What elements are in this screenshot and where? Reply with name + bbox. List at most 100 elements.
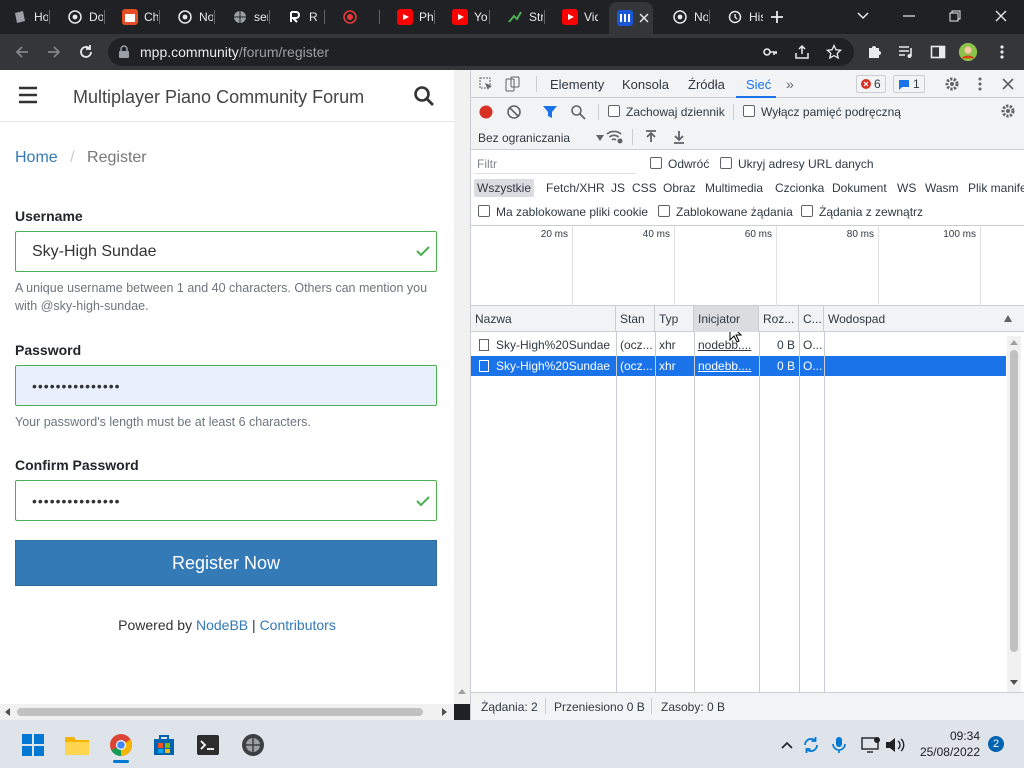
browser-tab[interactable]: Do: [59, 4, 103, 30]
request-cell-initiator[interactable]: nodebb....: [694, 356, 759, 376]
browser-tab[interactable]: Ph: [389, 4, 433, 30]
type-filter-button[interactable]: Wasm: [922, 179, 962, 197]
type-filter-button[interactable]: CSS: [629, 179, 660, 197]
password-key-button[interactable]: [760, 42, 780, 62]
throttling-select[interactable]: Bez ograniczania: [478, 131, 605, 145]
media-control-button[interactable]: [896, 42, 916, 62]
export-har-button[interactable]: [672, 130, 686, 144]
store-taskbar-button[interactable]: [151, 732, 177, 758]
back-button[interactable]: [12, 42, 32, 62]
column-header[interactable]: Stan: [616, 306, 655, 332]
url-text[interactable]: mpp.community/forum/register: [140, 44, 329, 60]
devtools-menu-button[interactable]: [978, 77, 982, 91]
chrome-taskbar-button[interactable]: [108, 732, 134, 758]
type-filter-button[interactable]: Czcionka: [772, 179, 827, 197]
type-filter-button[interactable]: Dokument: [829, 179, 890, 197]
terminal-taskbar-button[interactable]: [195, 732, 221, 758]
browser-tab[interactable]: R: [279, 4, 323, 30]
type-filter-button[interactable]: WS: [894, 179, 919, 197]
hamburger-menu-button[interactable]: [18, 86, 38, 104]
browser-tab[interactable]: No: [664, 4, 708, 30]
sync-tray-button[interactable]: [798, 732, 824, 758]
volume-tray-button[interactable]: [882, 732, 908, 758]
error-count-badge[interactable]: 6: [856, 75, 886, 93]
column-header[interactable]: Typ: [655, 306, 694, 332]
new-tab-button[interactable]: [766, 6, 788, 28]
message-count-badge[interactable]: 1: [893, 75, 925, 93]
filter-toggle-button[interactable]: [542, 104, 558, 120]
browser-tab[interactable]: Str: [499, 4, 543, 30]
blocked-requests-checkbox[interactable]: [658, 205, 670, 217]
devtools-settings-button[interactable]: [944, 76, 960, 92]
clock[interactable]: 09:34 25/08/2022: [910, 728, 980, 760]
page-vertical-scrollbar[interactable]: [454, 70, 470, 704]
page-horizontal-scrollbar[interactable]: [0, 704, 454, 720]
type-filter-button[interactable]: Wszystkie: [474, 179, 534, 197]
type-filter-button[interactable]: Plik manifestu: [965, 179, 1024, 197]
search-network-button[interactable]: [570, 104, 586, 120]
close-tab-icon[interactable]: [639, 13, 649, 23]
inspect-element-button[interactable]: [479, 77, 493, 91]
blocked-cookies-label[interactable]: Ma zablokowane pliki cookie: [496, 205, 648, 219]
notification-badge[interactable]: 2: [988, 736, 1004, 752]
browser-tab[interactable]: You: [444, 4, 488, 30]
reload-button[interactable]: [76, 42, 96, 62]
lock-icon[interactable]: [118, 45, 130, 59]
table-scrollbar[interactable]: [1007, 336, 1021, 692]
forward-button[interactable]: [44, 42, 64, 62]
devtools-tab[interactable]: Elementy: [550, 77, 604, 92]
browser-tab[interactable]: Ho: [4, 4, 48, 30]
breadcrumb-home[interactable]: Home: [15, 149, 58, 166]
column-header[interactable]: Nazwa: [471, 306, 616, 332]
browser-tab[interactable]: Vid: [554, 4, 598, 30]
minimize-button[interactable]: [892, 4, 926, 28]
column-header[interactable]: C...: [799, 306, 824, 332]
type-filter-button[interactable]: Obraz: [660, 179, 699, 197]
hide-data-urls-checkbox[interactable]: [720, 157, 732, 169]
password-input[interactable]: •••••••••••••••: [15, 365, 437, 406]
import-har-button[interactable]: [644, 130, 658, 144]
blocked-cookies-checkbox[interactable]: [478, 205, 490, 217]
microphone-tray-button[interactable]: [826, 732, 852, 758]
chrome-menu-button[interactable]: [992, 42, 1012, 62]
bookmark-button[interactable]: [824, 42, 844, 62]
column-header[interactable]: Roz...: [759, 306, 799, 332]
type-filter-button[interactable]: JS: [608, 179, 628, 197]
type-filter-button[interactable]: Multimedia: [702, 179, 766, 197]
network-settings-button[interactable]: [1000, 103, 1016, 119]
filter-input[interactable]: Filtr: [474, 154, 636, 174]
browser-tab[interactable]: No: [169, 4, 213, 30]
search-button[interactable]: [413, 85, 435, 107]
devtools-tab[interactable]: Sieć: [746, 77, 771, 92]
column-header[interactable]: Inicjator: [694, 306, 759, 332]
show-hidden-icons-button[interactable]: [774, 732, 800, 758]
restore-button[interactable]: [938, 4, 972, 28]
share-button[interactable]: [792, 42, 812, 62]
more-tabs-button[interactable]: »: [786, 76, 794, 92]
devtools-close-button[interactable]: [1002, 78, 1014, 90]
disable-cache-checkbox[interactable]: [743, 105, 755, 117]
start-button[interactable]: [20, 732, 46, 758]
profile-avatar[interactable]: [958, 42, 978, 62]
devtools-tab[interactable]: Konsola: [622, 77, 669, 92]
extensions-button[interactable]: [864, 42, 884, 62]
clear-button[interactable]: [506, 104, 522, 120]
nodebb-link[interactable]: NodeBB: [196, 617, 248, 633]
column-header[interactable]: Wodospad: [824, 306, 1024, 332]
preserve-log-label[interactable]: Zachowaj dziennik: [626, 105, 725, 119]
browser-tab[interactable]: [609, 2, 653, 34]
confirm-password-input[interactable]: •••••••••••••••: [15, 480, 437, 521]
browser-tab[interactable]: Ch: [114, 4, 158, 30]
third-party-label[interactable]: Żądania z zewnątrz: [819, 205, 923, 219]
browser-tab[interactable]: ser: [224, 4, 268, 30]
devtools-tab[interactable]: Źródła: [688, 77, 725, 92]
blocked-requests-label[interactable]: Zablokowane żądania: [676, 205, 793, 219]
site-title[interactable]: Multiplayer Piano Community Forum: [73, 87, 364, 108]
record-button[interactable]: [478, 104, 494, 120]
register-now-button[interactable]: Register Now: [15, 540, 437, 586]
tab-search-button[interactable]: [846, 4, 880, 28]
browser-tab[interactable]: [334, 4, 378, 30]
browser-tab[interactable]: His: [719, 4, 763, 30]
network-conditions-button[interactable]: [606, 129, 624, 145]
hide-data-urls-label[interactable]: Ukryj adresy URL danych: [738, 157, 874, 171]
